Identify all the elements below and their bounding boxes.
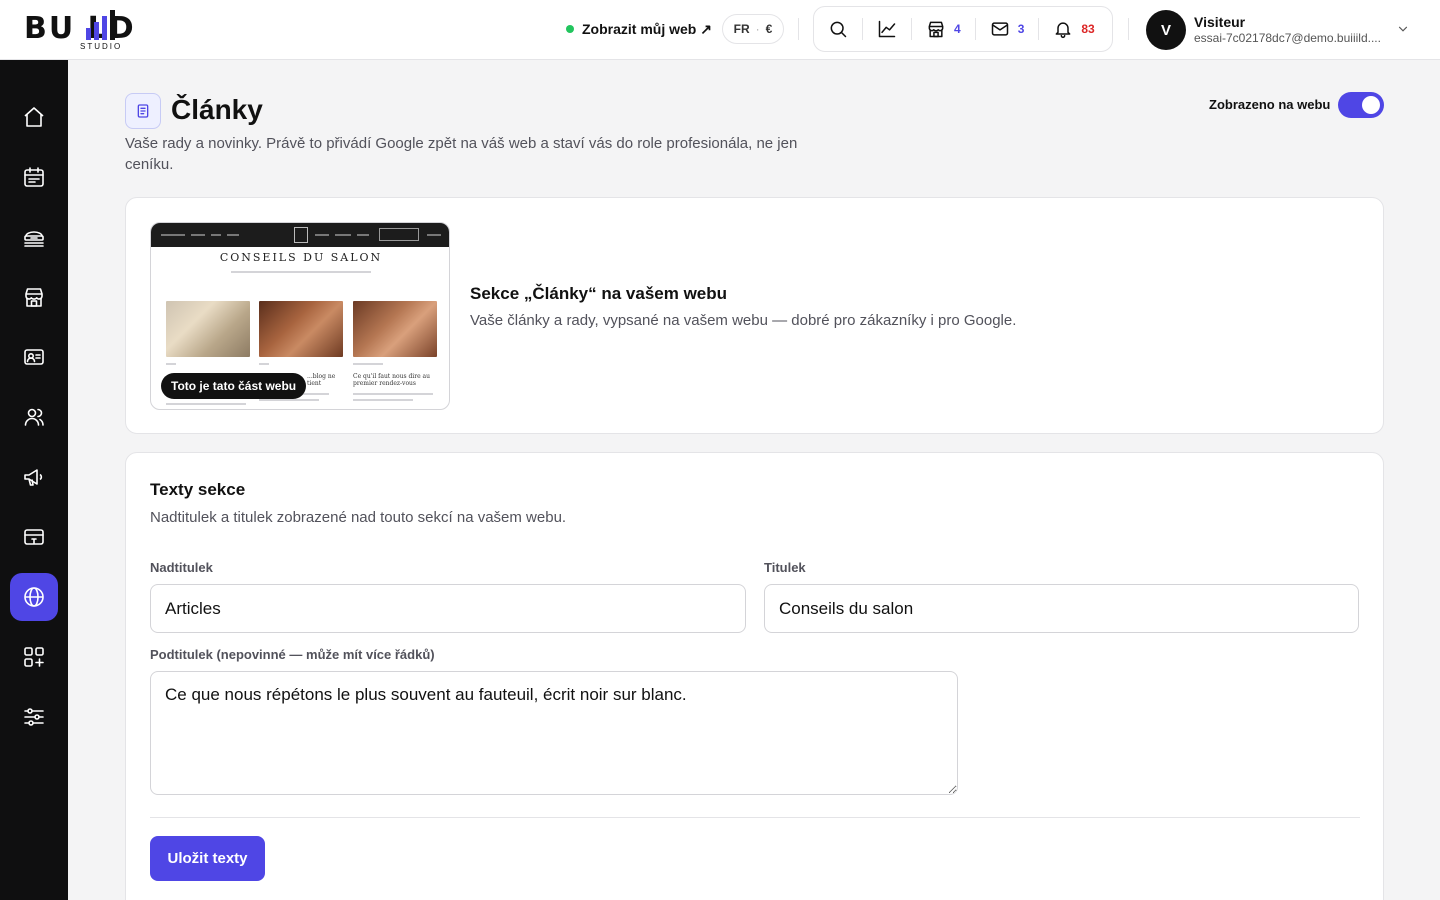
separator-dot: · bbox=[755, 22, 760, 36]
visibility-toggle[interactable] bbox=[1338, 92, 1384, 118]
notifications-count: 83 bbox=[1081, 22, 1095, 36]
document-icon bbox=[137, 104, 149, 118]
user-menu[interactable]: V Visiteur essai-7c02178dc7@demo.buiiild… bbox=[1146, 10, 1416, 50]
store-icon bbox=[928, 21, 944, 38]
sidebar-item-clients[interactable] bbox=[10, 393, 58, 441]
preview-article-image bbox=[353, 301, 437, 357]
preview-badge: Toto je tato část webu bbox=[161, 373, 307, 399]
preview-heading: CONSEILS DU SALON bbox=[219, 251, 383, 264]
header-divider bbox=[798, 18, 799, 40]
header-divider bbox=[1128, 18, 1129, 40]
sidebar-item-marketing[interactable] bbox=[10, 453, 58, 501]
preview-text-line bbox=[353, 399, 413, 401]
page-description: Vaše rady a novinky. Právě to přivádí Go… bbox=[125, 135, 798, 173]
store-icon bbox=[25, 288, 43, 307]
preview-caption: ...blog ne tient bbox=[307, 373, 336, 387]
articles-page-icon bbox=[125, 93, 161, 129]
section-title: Sekce „Články“ na vašem webu bbox=[470, 284, 728, 303]
store-count: 4 bbox=[954, 22, 961, 36]
gift-card-icon bbox=[24, 529, 44, 545]
bell-icon bbox=[1055, 22, 1071, 39]
preview-caption: Ce qu'il faut nous dire au premier rende… bbox=[353, 373, 430, 387]
subtitle-label: Podtitulek (nepovinné — může mít více řá… bbox=[150, 647, 435, 662]
users-icon bbox=[24, 408, 44, 426]
preview-text-line bbox=[166, 403, 246, 405]
preview-article-image bbox=[259, 301, 343, 357]
apps-add-icon bbox=[24, 647, 44, 667]
search-icon bbox=[830, 21, 847, 38]
save-texts-button[interactable]: Uložit texty bbox=[150, 836, 265, 881]
sidebar-item-apps[interactable] bbox=[10, 633, 58, 681]
preview-text-line bbox=[166, 363, 176, 365]
sidebar-item-settings[interactable] bbox=[10, 693, 58, 741]
sidebar-item-gift-cards[interactable] bbox=[10, 513, 58, 561]
settings-sliders-icon bbox=[24, 708, 44, 726]
sidebar bbox=[0, 60, 68, 900]
avatar: V bbox=[1146, 10, 1186, 50]
texts-card-title: Texty sekce bbox=[150, 480, 246, 499]
mail-icon bbox=[991, 22, 1008, 36]
preview-text-line bbox=[353, 363, 383, 365]
user-name: Visiteur bbox=[1194, 14, 1246, 30]
online-status-dot bbox=[566, 25, 574, 33]
title-label: Titulek bbox=[764, 560, 806, 575]
preview-text-line bbox=[259, 363, 269, 365]
title-input[interactable] bbox=[764, 584, 1359, 633]
overline-label: Nadtitulek bbox=[150, 560, 213, 575]
globe-icon bbox=[24, 587, 44, 607]
preview-subtitle-line bbox=[231, 271, 371, 273]
sidebar-item-calendar[interactable] bbox=[10, 153, 58, 201]
website-section-preview[interactable]: CONSEILS DU SALON ...blog ne tient Ce qu… bbox=[150, 222, 450, 410]
header-tools: 4 3 83 bbox=[813, 6, 1113, 52]
page-title: Články bbox=[171, 94, 263, 125]
logo-subtext: STUDIO bbox=[80, 42, 123, 51]
sidebar-item-home[interactable] bbox=[10, 93, 58, 141]
sidebar-item-website[interactable] bbox=[10, 573, 58, 621]
section-texts-card: Texty sekce Nadtitulek a titulek zobraze… bbox=[125, 452, 1384, 900]
id-card-icon bbox=[24, 349, 44, 365]
texts-card-description: Nadtitulek a titulek zobrazené nad touto… bbox=[150, 509, 567, 526]
section-description: Vaše články a rady, vypsané na vašem web… bbox=[470, 312, 1017, 329]
sidebar-item-store[interactable] bbox=[10, 273, 58, 321]
top-bar: BU LD STUDIO Zobrazit můj web ↗ FR · € 4 bbox=[0, 0, 1440, 60]
megaphone-icon bbox=[24, 469, 43, 486]
chevron-down-icon bbox=[1398, 26, 1408, 32]
preview-article-image bbox=[166, 301, 250, 357]
calendar-icon bbox=[24, 167, 44, 187]
sidebar-item-services[interactable] bbox=[10, 213, 58, 261]
overline-input[interactable] bbox=[150, 584, 746, 633]
services-icon bbox=[24, 231, 44, 247]
chart-icon bbox=[878, 20, 896, 38]
view-site-label: Zobrazit můj web ↗ bbox=[582, 20, 712, 37]
store-button[interactable]: 4 bbox=[912, 18, 976, 40]
preview-site-navbar bbox=[151, 223, 449, 247]
language-code: FR bbox=[733, 22, 750, 36]
messages-count: 3 bbox=[1017, 22, 1025, 36]
user-email: essai-7c02178dc7@demo.buiiild.... bbox=[1194, 31, 1381, 45]
preview-text-line bbox=[353, 393, 433, 395]
home-icon bbox=[24, 107, 44, 127]
form-divider bbox=[150, 817, 1360, 818]
messages-button[interactable]: 3 bbox=[976, 18, 1040, 40]
build-studio-logo[interactable]: BU LD STUDIO bbox=[24, 8, 184, 52]
preview-text-line bbox=[259, 399, 319, 401]
section-preview-card: CONSEILS DU SALON ...blog ne tient Ce qu… bbox=[125, 197, 1384, 434]
notifications-button[interactable]: 83 bbox=[1039, 18, 1108, 40]
view-my-site-link[interactable]: Zobrazit můj web ↗ bbox=[566, 18, 712, 40]
visibility-label: Zobrazeno na webu bbox=[1209, 97, 1331, 112]
sidebar-item-staff[interactable] bbox=[10, 333, 58, 381]
toggle-knob bbox=[1362, 96, 1380, 114]
logo-bars-icon bbox=[86, 10, 115, 40]
subtitle-textarea[interactable]: Ce que nous répétons le plus souvent au … bbox=[150, 671, 958, 795]
search-button[interactable] bbox=[814, 18, 863, 40]
currency-symbol: € bbox=[765, 22, 773, 36]
language-currency-switcher[interactable]: FR · € bbox=[722, 14, 784, 44]
statistics-button[interactable] bbox=[863, 18, 912, 40]
